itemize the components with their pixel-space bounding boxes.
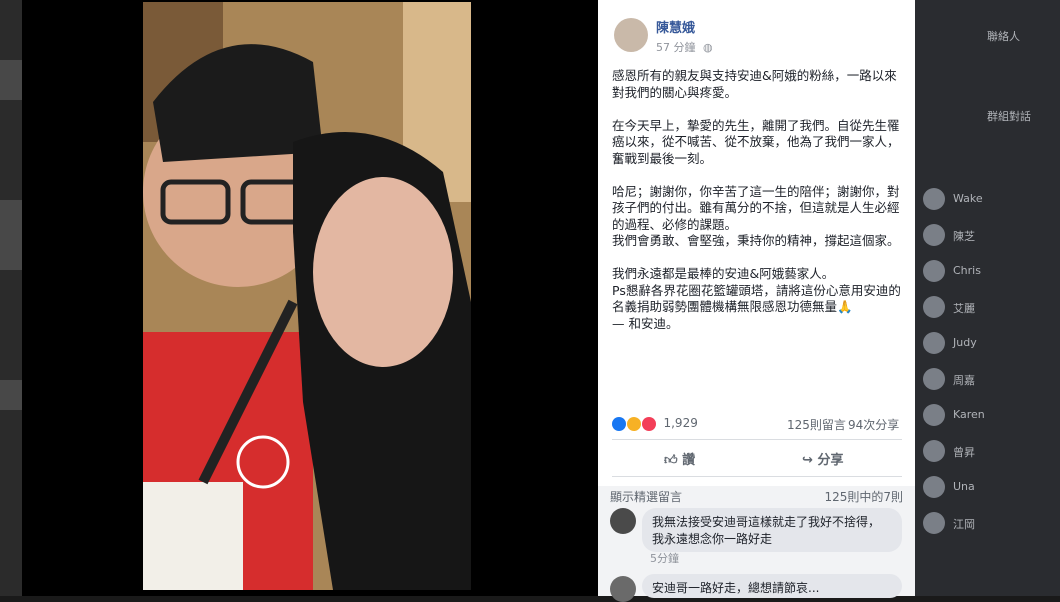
post-time-label: 57 分鐘 xyxy=(656,41,696,54)
like-reaction-icon xyxy=(612,416,626,431)
contact-name: 周嘉 xyxy=(953,374,975,387)
author-name[interactable]: 陳慧娥 xyxy=(656,17,695,36)
contact-name: 曾昇 xyxy=(953,446,975,459)
share-label: 分享 xyxy=(817,453,844,468)
contact-name: Karen xyxy=(953,408,985,421)
contact-name: Chris xyxy=(953,264,981,277)
contact-avatar xyxy=(923,404,945,426)
left-edge-block xyxy=(0,380,22,410)
sad-reaction-icon xyxy=(626,416,641,431)
comments-filter[interactable]: 顯示精選留言 xyxy=(610,488,682,505)
contact-item[interactable]: Wake xyxy=(915,186,1060,212)
contact-avatar xyxy=(923,296,945,318)
sidebar-section-title: 群組對話 xyxy=(987,110,1031,123)
globe-icon: ◍ xyxy=(703,41,713,54)
contact-item[interactable]: 江岡 xyxy=(915,510,1060,536)
share-icon: ↪ xyxy=(802,453,813,468)
post-photo[interactable] xyxy=(143,2,471,590)
chat-sidebar: 聯絡人 群組對話 Wake 陳芝 Chris 艾麗 Judy 周嘉 Karen … xyxy=(915,0,1060,596)
like-button[interactable]: 👍︎ 讚 xyxy=(664,449,695,468)
contact-item[interactable]: 周嘉 xyxy=(915,366,1060,392)
photo-illustration xyxy=(143,2,471,590)
contact-item[interactable]: 陳芝 xyxy=(915,222,1060,248)
comment-time-label: 5分鐘 xyxy=(650,552,679,565)
share-button[interactable]: ↪ 分享 xyxy=(802,449,843,468)
contact-name: 江岡 xyxy=(953,518,975,531)
commenter-avatar[interactable] xyxy=(610,576,636,602)
left-edge-block xyxy=(0,60,22,100)
contact-name: Wake xyxy=(953,192,983,205)
love-reaction-icon xyxy=(641,416,656,431)
reaction-stats: 1,929 125則留言 94次分享 xyxy=(612,416,902,436)
divider xyxy=(612,439,902,440)
contact-avatar xyxy=(923,476,945,498)
comment-text: 安迪哥一路好走，總想請節哀... xyxy=(652,581,820,595)
contact-avatar xyxy=(923,224,945,246)
contact-name: Judy xyxy=(953,336,977,349)
divider xyxy=(612,476,902,477)
post-body: 感恩所有的親友與支持安迪&阿娥的粉絲，一路以來對我們的關心與疼愛。 在今天早上，… xyxy=(612,68,901,331)
comments-count[interactable]: 125則留言 xyxy=(787,416,846,433)
left-edge-block xyxy=(0,200,22,270)
contact-name: 艾麗 xyxy=(953,302,975,315)
contact-avatar xyxy=(923,368,945,390)
thumbs-up-icon: 👍︎ xyxy=(664,453,678,468)
contact-name: 陳芝 xyxy=(953,230,975,243)
like-label: 讚 xyxy=(682,453,696,468)
comment-bubble: 我無法接受安迪哥這樣就走了我好不捨得， 我永遠想念你一路好走 xyxy=(642,508,902,552)
reactions[interactable]: 1,929 xyxy=(612,416,698,431)
contact-item[interactable]: Una xyxy=(915,474,1060,500)
contact-avatar xyxy=(923,512,945,534)
contact-avatar xyxy=(923,440,945,462)
contact-item[interactable]: Judy xyxy=(915,330,1060,356)
contact-item[interactable]: Chris xyxy=(915,258,1060,284)
reactions-count: 1,929 xyxy=(663,416,698,430)
contact-avatar xyxy=(923,260,945,282)
shares-count[interactable]: 94次分享 xyxy=(848,416,899,433)
post-time: 57 分鐘 ◍ xyxy=(656,39,713,55)
comment-time: 5分鐘 xyxy=(650,550,679,566)
sidebar-section-title: 聯絡人 xyxy=(987,30,1020,43)
contact-avatar xyxy=(923,188,945,210)
contact-item[interactable]: Karen xyxy=(915,402,1060,428)
contact-name: Una xyxy=(953,480,975,493)
comment-text: 我無法接受安迪哥這樣就走了我好不捨得， 我永遠想念你一路好走 xyxy=(652,515,881,546)
contact-avatar xyxy=(923,332,945,354)
contact-item[interactable]: 曾昇 xyxy=(915,438,1060,464)
contact-item[interactable]: 艾麗 xyxy=(915,294,1060,320)
comment-bubble: 安迪哥一路好走，總想請節哀... xyxy=(642,574,902,598)
commenter-avatar[interactable] xyxy=(610,508,636,534)
left-edge-strip xyxy=(0,0,22,596)
comments-range: 125則中的7則 xyxy=(824,490,903,504)
author-avatar[interactable] xyxy=(614,18,648,52)
comments-section: 顯示精選留言 125則中的7則 我無法接受安迪哥這樣就走了我好不捨得， 我永遠想… xyxy=(598,486,915,602)
